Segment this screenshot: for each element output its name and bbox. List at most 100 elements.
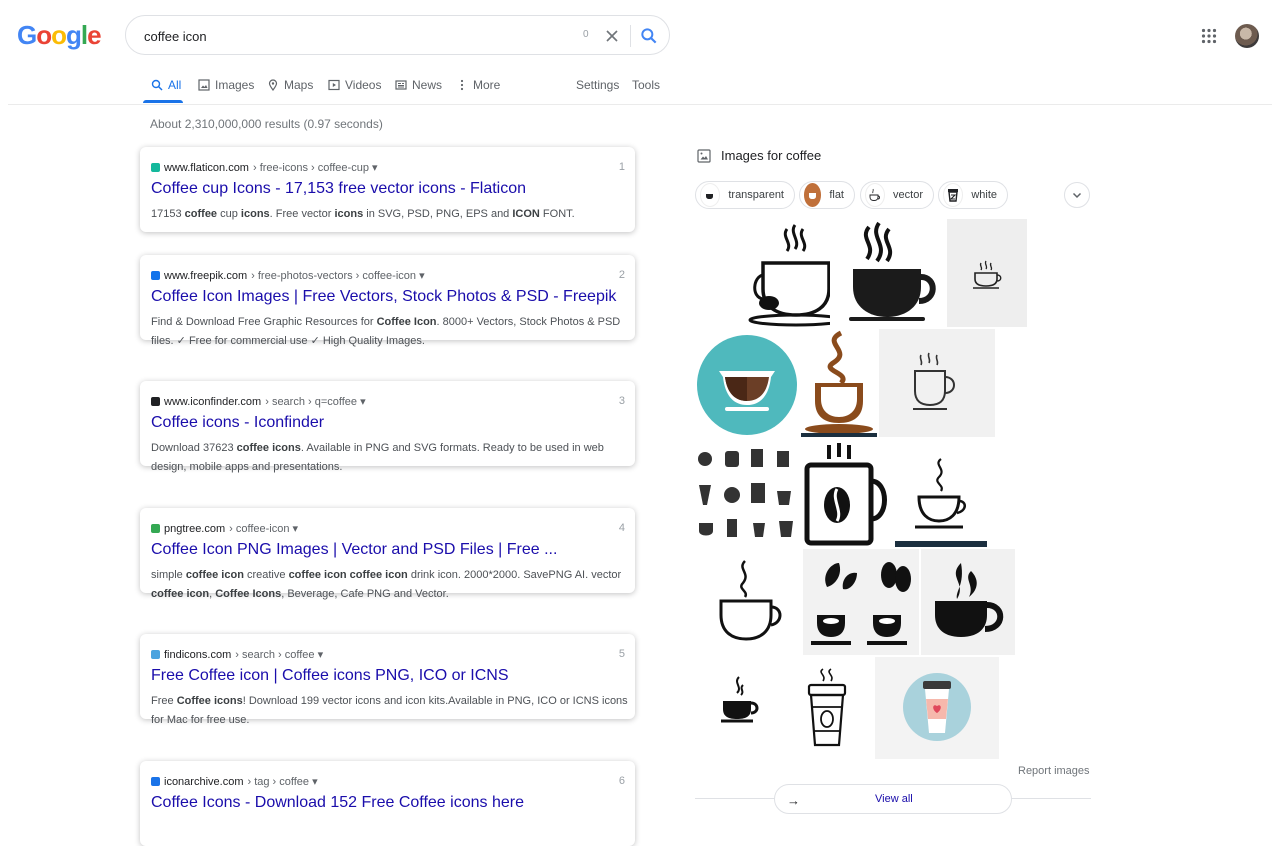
clear-icon[interactable]	[602, 26, 622, 46]
result-number: 2	[618, 269, 625, 281]
site-favicon-icon	[151, 524, 160, 533]
result-path: › search › q=coffee ▾	[265, 396, 366, 408]
coffee-cup-solid-image[interactable]	[921, 549, 1015, 655]
coffee-cup-steam-image[interactable]	[895, 439, 987, 547]
result-title-link[interactable]: Coffee Icon Images | Free Vectors, Stock…	[151, 288, 616, 306]
tab-maps[interactable]: Maps	[267, 78, 313, 92]
chips-expand-button[interactable]	[1064, 182, 1090, 208]
result-domain: www.flaticon.com	[164, 161, 249, 174]
site-favicon-icon	[151, 271, 160, 280]
search-icon	[151, 79, 163, 91]
search-result-card: pngtree.com › coffee-icon ▾ 4 Coffee Icon …	[140, 508, 635, 600]
site-favicon-icon	[151, 650, 160, 659]
coffee-icon-set-image[interactable]	[695, 439, 797, 547]
logo-letter: g	[66, 20, 82, 50]
result-title-link[interactable]: Coffee Icons - Download 152 Free Coffee …	[151, 794, 524, 812]
news-icon	[395, 80, 407, 90]
chip-thumb	[700, 183, 721, 207]
site-favicon-icon	[151, 163, 160, 172]
site-favicon-icon	[151, 397, 160, 406]
tab-news[interactable]: News	[395, 78, 442, 92]
logo-letter: e	[87, 20, 102, 50]
site-favicon-icon	[151, 777, 160, 786]
search-icon[interactable]	[639, 26, 659, 46]
chevron-down-icon	[1072, 192, 1082, 199]
chip-white[interactable]: white	[938, 181, 1008, 209]
search-result-card: www.flaticon.com › free-icons › coffee-c…	[140, 147, 635, 232]
search-count-hint: 0	[583, 29, 589, 40]
chip-thumb	[865, 183, 886, 207]
result-domain: iconarchive.com	[164, 775, 244, 788]
report-images-link[interactable]: Report images	[1018, 765, 1090, 777]
tab-images[interactable]: Images	[198, 78, 254, 92]
result-domain: findicons.com	[164, 648, 232, 661]
result-path: › search › coffee ▾	[235, 649, 324, 661]
video-icon	[328, 79, 340, 91]
images-panel-heading[interactable]: Images for coffee	[697, 148, 821, 163]
tab-tools[interactable]: Tools	[632, 78, 660, 92]
chip-flat[interactable]: flat	[799, 181, 855, 209]
coffee-cup-heart-image[interactable]	[875, 657, 999, 759]
active-tab-indicator	[143, 100, 183, 103]
coffee-cup-line-image[interactable]	[695, 549, 801, 655]
result-title-link[interactable]: Coffee icons - Iconfinder	[151, 414, 324, 432]
search-divider	[630, 25, 631, 47]
account-avatar[interactable]	[1235, 24, 1259, 48]
tab-videos[interactable]: Videos	[328, 78, 381, 92]
result-url[interactable]: www.flaticon.com › free-icons › coffee-c…	[151, 161, 378, 174]
tab-all[interactable]: All	[151, 78, 181, 92]
chip-thumb	[804, 183, 822, 207]
coffee-cup-outline-image[interactable]	[695, 219, 830, 327]
search-box[interactable]: 0	[125, 15, 670, 55]
search-result-card: www.iconfinder.com › search › q=coffee ▾…	[140, 381, 635, 473]
chip-transparent[interactable]: transparent	[695, 181, 795, 209]
result-title-link[interactable]: Coffee Icon PNG Images | Vector and PSD …	[151, 541, 557, 559]
coffee-cup-mini-image[interactable]	[695, 657, 779, 759]
search-result-card: www.freepik.com › free-photos-vectors › …	[140, 255, 635, 347]
google-logo[interactable]: Google	[17, 20, 102, 51]
coffee-mug-bean-image[interactable]	[799, 439, 893, 547]
result-number: 1	[618, 161, 625, 173]
search-result-card: findicons.com › search › coffee ▾ 5 Free C…	[140, 634, 635, 726]
result-snippet: 17153 coffee cup icons. Free vector icon…	[151, 208, 575, 220]
result-snippet: Free Coffee icons! Download 199 vector i…	[151, 695, 628, 726]
more-vert-icon	[460, 79, 464, 91]
view-all-button[interactable]: → View all	[774, 784, 1012, 814]
coffee-takeaway-cup-image[interactable]	[781, 657, 873, 759]
image-icon	[697, 148, 711, 163]
header-divider	[8, 104, 1272, 105]
result-path: › free-photos-vectors › coffee-icon ▾	[251, 270, 425, 282]
result-number: 6	[618, 775, 625, 787]
chip-thumb	[943, 183, 964, 207]
logo-letter: G	[17, 20, 37, 50]
logo-letter: o	[36, 20, 52, 50]
result-url[interactable]: pngtree.com › coffee-icon ▾	[151, 522, 298, 535]
result-url[interactable]: www.freepik.com › free-photos-vectors › …	[151, 269, 425, 282]
arrow-right-icon: →	[787, 793, 800, 808]
search-input[interactable]	[142, 24, 566, 48]
result-title-link[interactable]: Free Coffee icon | Coffee icons PNG, ICO…	[151, 667, 508, 685]
coffee-cup-brown-swirl-image[interactable]	[801, 329, 877, 437]
coffee-cup-teal-circle-image[interactable]	[695, 329, 799, 437]
result-url[interactable]: iconarchive.com › tag › coffee ▾	[151, 775, 318, 788]
result-url[interactable]: findicons.com › search › coffee ▾	[151, 648, 323, 661]
coffee-cup-small-image[interactable]	[947, 219, 1027, 327]
tab-more[interactable]: More	[456, 78, 500, 92]
result-number: 5	[618, 648, 625, 660]
apps-grid-icon[interactable]	[1201, 28, 1217, 44]
result-snippet: simple coffee icon creative coffee icon …	[151, 569, 622, 600]
result-path: › tag › coffee ▾	[247, 776, 318, 788]
tab-settings[interactable]: Settings	[576, 78, 619, 92]
result-path: › free-icons › coffee-cup ▾	[252, 162, 378, 174]
chip-vector[interactable]: vector	[860, 181, 934, 209]
result-url[interactable]: www.iconfinder.com › search › q=coffee ▾	[151, 395, 366, 408]
coffee-mug-outline-image[interactable]	[879, 329, 995, 437]
image-icon	[198, 79, 210, 91]
coffee-cup-black-image[interactable]	[831, 219, 945, 327]
result-path: › coffee-icon ▾	[229, 523, 299, 535]
result-stats: About 2,310,000,000 results (0.97 second…	[150, 117, 383, 131]
search-result-card: iconarchive.com › tag › coffee ▾ 6 Coffee …	[140, 761, 635, 846]
coffee-leaves-beans-image[interactable]	[803, 549, 919, 655]
result-title-link[interactable]: Coffee cup Icons - 17,153 free vector ic…	[151, 180, 526, 198]
result-domain: pngtree.com	[164, 522, 226, 535]
